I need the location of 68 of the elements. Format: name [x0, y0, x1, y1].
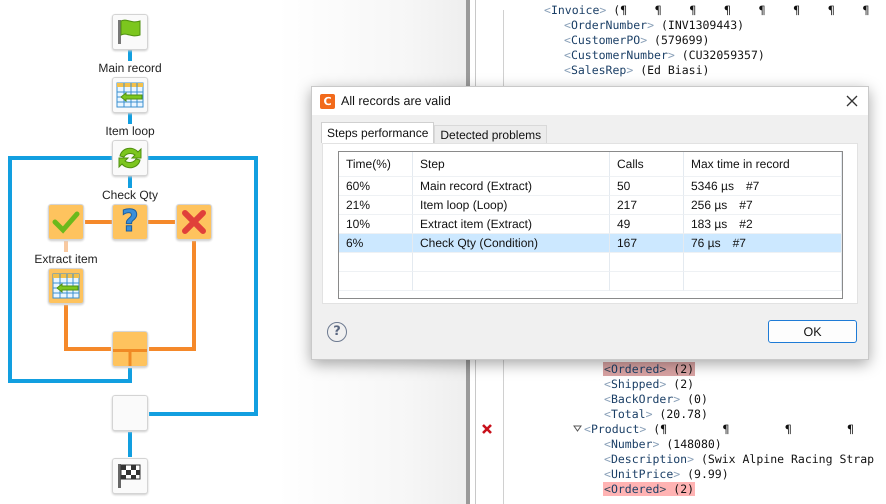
table-cell: 21% — [346, 198, 370, 212]
close-button[interactable] — [844, 93, 860, 109]
start-node[interactable] — [112, 14, 148, 50]
help-icon[interactable]: ? — [327, 322, 347, 342]
step-label: Main record — [98, 61, 162, 75]
table-cell: 256 µs — [691, 198, 728, 212]
cross-icon — [179, 207, 209, 237]
table-cell: 5346 µs — [691, 179, 734, 193]
column-header[interactable]: Time(%) — [346, 157, 391, 171]
column-header[interactable]: Max time in record — [691, 157, 790, 171]
table-cell: Item loop (Loop) — [420, 198, 508, 212]
record-number: #2 — [739, 217, 753, 231]
table-cell: 167 — [617, 236, 638, 250]
step-label: Check Qty — [102, 188, 158, 202]
xml-line: <Invoice> (¶ ¶ ¶ ¶ ¶ ¶ ¶ ¶ — [543, 2, 870, 16]
table-cell: 10% — [346, 217, 370, 231]
extract-node[interactable] — [48, 268, 84, 304]
xml-line: <Description> (Swix Alpine Racing Strap — [603, 452, 876, 466]
app-logo-icon: C — [320, 94, 335, 108]
join-node[interactable] — [112, 331, 148, 367]
record-number: #7 — [732, 236, 746, 250]
collapse-triangle-icon[interactable] — [572, 424, 582, 433]
table-cell: Extract item (Extract) — [420, 217, 532, 231]
connector-line — [128, 432, 132, 457]
true-branch-node[interactable] — [48, 204, 84, 240]
table-cell: Check Qty (Condition) — [420, 236, 538, 250]
xml-line: <BackOrder> (0) — [603, 392, 709, 406]
record-number: #7 — [746, 179, 760, 193]
table-cell: 49 — [617, 217, 630, 231]
connector-line — [128, 50, 132, 61]
table-row[interactable]: 21% Item loop (Loop) 217 256 µs #7 — [339, 196, 842, 215]
table-cell: 6% — [346, 236, 364, 250]
loop-end-node[interactable] — [112, 395, 148, 431]
connector-line — [128, 113, 132, 124]
question-mark-icon: ? — [121, 207, 139, 237]
table-arrow-icon — [51, 271, 81, 301]
xml-line: <Shipped> (2) — [603, 376, 696, 390]
step-label: Item loop — [105, 124, 155, 138]
xml-line: <CustomerNumber> (CU32059357) — [563, 48, 766, 62]
xml-line: <OrderNumber> (INV1309443) — [563, 18, 746, 32]
column-header[interactable]: Step — [420, 157, 445, 171]
table-cell: 76 µs — [691, 236, 721, 250]
xml-line: <CustomerPO> (579699) — [563, 32, 710, 46]
xml-line: <UnitPrice> (9.99) — [603, 466, 730, 480]
table-arrow-icon — [115, 80, 145, 110]
table-cell: 60% — [346, 179, 370, 193]
dialog-title: All records are valid — [341, 94, 452, 108]
tab[interactable]: Detected problems — [434, 125, 548, 143]
xml-line: <Product> (¶ ¶ ¶ ¶ — [583, 422, 856, 436]
table-cell: Main record (Extract) — [420, 179, 532, 193]
table-cell: 50 — [617, 179, 630, 193]
false-branch-node[interactable] — [176, 204, 212, 240]
table-row[interactable]: 60% Main record (Extract) 50 5346 µs #7 — [339, 177, 842, 196]
finish-node[interactable] — [112, 458, 148, 494]
step-label: Extract item — [34, 252, 98, 266]
xml-line: <Total> (20.78) — [603, 406, 709, 420]
column-header[interactable]: Calls — [617, 157, 644, 171]
table-cell: 183 µs — [691, 217, 728, 231]
table-row[interactable]: 6% Check Qty (Condition) 167 76 µs #7 — [339, 234, 842, 253]
loop-node[interactable] — [112, 140, 148, 176]
tab[interactable]: Steps performance — [321, 122, 434, 143]
junction-icon — [113, 349, 147, 366]
ok-button[interactable]: OK — [768, 320, 857, 343]
xml-line: <SalesRep> (Ed Biasi) — [563, 62, 710, 76]
table-cell: 217 — [617, 198, 638, 212]
xml-line: <Number> (148080) — [603, 436, 723, 450]
record-number: #7 — [739, 198, 753, 212]
extract-node[interactable] — [112, 77, 148, 113]
